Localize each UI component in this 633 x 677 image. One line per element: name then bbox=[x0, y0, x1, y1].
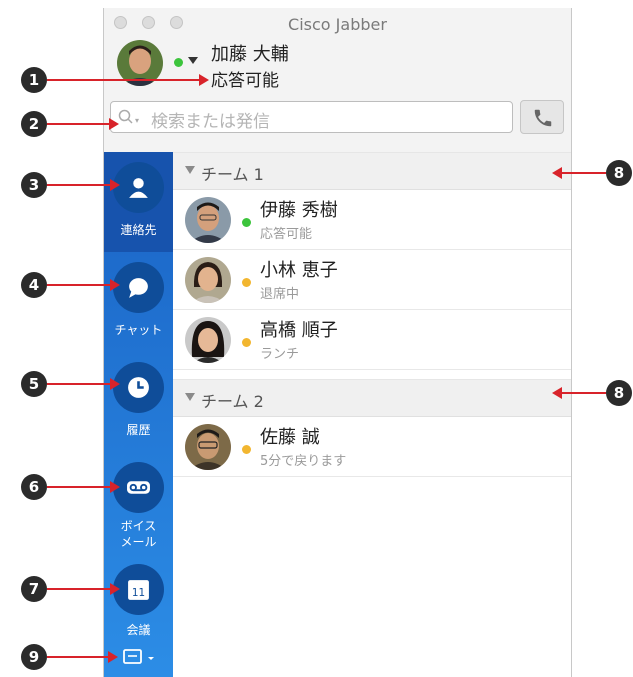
contact-status: ランチ bbox=[260, 347, 300, 362]
callout-arrowhead bbox=[110, 481, 120, 493]
sidebar-item-chat[interactable]: チャット bbox=[104, 252, 173, 352]
list-item[interactable]: 高橋 順子 ランチ bbox=[173, 310, 571, 370]
callout-arrow bbox=[47, 486, 110, 488]
presence-dot bbox=[242, 445, 251, 454]
callout-badge: 6 bbox=[21, 474, 47, 500]
title-bar: Cisco Jabber bbox=[104, 8, 571, 38]
avatar bbox=[185, 197, 231, 243]
callout-badge: 3 bbox=[21, 172, 47, 198]
contact-status: 退席中 bbox=[260, 287, 300, 302]
svg-text:11: 11 bbox=[132, 587, 145, 599]
collapse-triangle-icon bbox=[185, 166, 195, 174]
callout-badge: 9 bbox=[21, 644, 47, 670]
contact-name: 伊藤 秀樹 bbox=[260, 200, 338, 221]
group-label: チーム 2 bbox=[201, 392, 264, 411]
callout-arrow bbox=[47, 383, 110, 385]
callout-badge: 2 bbox=[21, 111, 47, 137]
callout-badge: 1 bbox=[21, 67, 47, 93]
jabber-window: Cisco Jabber 加藤 大輔 応答可能 ▾ 検索または発信 連絡先 チャ… bbox=[103, 8, 572, 677]
callout-arrow bbox=[47, 284, 110, 286]
group-header-team1[interactable]: チーム 1 bbox=[173, 152, 571, 190]
callout-badge: 8 bbox=[606, 160, 632, 186]
window-title: Cisco Jabber bbox=[288, 15, 387, 34]
callout-arrowhead bbox=[110, 378, 120, 390]
presence-dot bbox=[242, 278, 251, 287]
sidebar-item-history[interactable]: 履歴 bbox=[104, 352, 173, 452]
contact-status: 応答可能 bbox=[260, 227, 313, 242]
callout-arrowhead bbox=[110, 583, 120, 595]
sidebar-item-label: 履歴 bbox=[126, 423, 151, 437]
avatar bbox=[185, 257, 231, 303]
callout-arrowhead bbox=[109, 118, 119, 130]
callout-arrow bbox=[47, 79, 199, 81]
search-placeholder: 検索または発信 bbox=[151, 112, 270, 132]
callout-arrowhead bbox=[199, 74, 209, 86]
contact-name: 佐藤 誠 bbox=[260, 427, 320, 448]
my-status[interactable]: 応答可能 bbox=[211, 66, 279, 91]
avatar bbox=[185, 317, 231, 363]
history-icon bbox=[128, 377, 149, 398]
callout-arrow bbox=[47, 123, 109, 125]
callout-arrowhead bbox=[110, 179, 120, 191]
contact-name: 小林 恵子 bbox=[260, 260, 338, 281]
presence-dot bbox=[242, 218, 251, 227]
search-icon bbox=[118, 109, 133, 124]
list-item[interactable]: 佐藤 誠 5分で戻ります bbox=[173, 417, 571, 477]
callout-badge: 7 bbox=[21, 576, 47, 602]
list-item[interactable]: 伊藤 秀樹 応答可能 bbox=[173, 190, 571, 250]
collapse-triangle-icon bbox=[185, 393, 195, 401]
callout-badge: 4 bbox=[21, 272, 47, 298]
sidebar-item-voicemail[interactable]: ボイス メール bbox=[104, 452, 173, 562]
contact-list: チーム 1 伊藤 秀樹 応答可能 小林 恵子 退席中 高橋 順子 ランチ チーム… bbox=[173, 152, 571, 677]
status-dropdown-caret-icon[interactable] bbox=[188, 57, 198, 64]
sidebar-item-label: ボイス メール bbox=[120, 519, 157, 549]
group-label: チーム 1 bbox=[201, 165, 264, 184]
callout-arrow bbox=[47, 184, 110, 186]
presence-dot bbox=[242, 338, 251, 347]
calendar-icon: 11 bbox=[128, 580, 149, 600]
contact-status: 5分で戻ります bbox=[260, 454, 347, 469]
callout-badge: 8 bbox=[606, 380, 632, 406]
contacts-icon bbox=[129, 178, 148, 198]
callout-arrowhead bbox=[552, 387, 562, 399]
callout-arrowhead bbox=[108, 651, 118, 663]
chat-icon bbox=[129, 278, 148, 298]
callout-arrow bbox=[562, 392, 606, 394]
callout-arrow bbox=[47, 656, 108, 658]
callout-arrow bbox=[47, 588, 110, 590]
contact-name: 高橋 順子 bbox=[260, 320, 338, 341]
sidebar-item-label: チャット bbox=[114, 323, 163, 337]
group-header-team2[interactable]: チーム 2 bbox=[173, 379, 571, 417]
avatar bbox=[185, 424, 231, 470]
my-name: 加藤 大輔 bbox=[211, 44, 289, 65]
callout-arrow bbox=[562, 172, 606, 174]
callout-arrowhead bbox=[110, 279, 120, 291]
sidebar-item-label: 会議 bbox=[126, 623, 151, 637]
sidebar-item-contacts[interactable]: 連絡先 bbox=[104, 152, 173, 252]
search-options-icon[interactable]: ▾ bbox=[135, 116, 139, 125]
callout-arrowhead bbox=[552, 167, 562, 179]
sidebar-item-label: 連絡先 bbox=[120, 223, 157, 237]
voicemail-icon bbox=[127, 481, 150, 494]
call-button[interactable] bbox=[520, 100, 564, 134]
my-presence-dot bbox=[174, 58, 183, 67]
list-item[interactable]: 小林 恵子 退席中 bbox=[173, 250, 571, 310]
sidebar: 連絡先 チャット 履歴 ボイス メール 11 会議 bbox=[104, 152, 173, 677]
callout-badge: 5 bbox=[21, 371, 47, 397]
search-input[interactable]: ▾ 検索または発信 bbox=[110, 101, 513, 133]
workspace-menu-icon bbox=[123, 649, 154, 664]
phone-icon bbox=[534, 109, 552, 127]
